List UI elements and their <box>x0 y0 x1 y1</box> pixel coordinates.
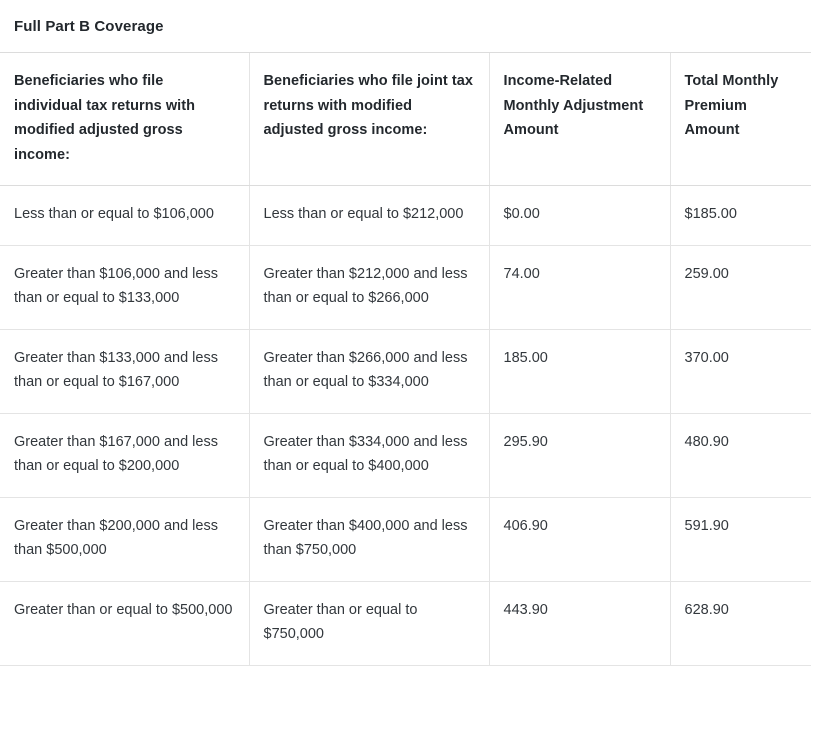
cell-joint-income: Greater than $212,000 and less than or e… <box>249 245 490 330</box>
cell-joint-income: Greater than $334,000 and less than or e… <box>249 413 490 498</box>
cell-individual-income: Greater than or equal to $500,000 <box>0 581 250 666</box>
cell-total-premium: 259.00 <box>670 245 812 330</box>
cell-individual-income: Greater than $200,000 and less than $500… <box>0 497 250 582</box>
page-container: Full Part B Coverage Beneficiaries who f… <box>0 0 816 730</box>
cell-total-premium: $185.00 <box>670 185 812 246</box>
table-row: Greater than $106,000 and less than or e… <box>0 245 812 330</box>
cell-irmaa: 295.90 <box>489 413 671 498</box>
table-row: Greater than $200,000 and less than $500… <box>0 497 812 582</box>
cell-irmaa: 74.00 <box>489 245 671 330</box>
table-row: Greater than or equal to $500,000 Greate… <box>0 581 812 666</box>
part-b-premium-table: Full Part B Coverage Beneficiaries who f… <box>0 0 812 666</box>
table-title: Full Part B Coverage <box>0 0 812 53</box>
cell-joint-income: Greater than $400,000 and less than $750… <box>249 497 490 582</box>
cell-joint-income: Greater than or equal to $750,000 <box>249 581 490 666</box>
table-body: Less than or equal to $106,000 Less than… <box>0 185 812 666</box>
cell-total-premium: 628.90 <box>670 581 812 666</box>
cell-irmaa: 443.90 <box>489 581 671 666</box>
cell-individual-income: Less than or equal to $106,000 <box>0 185 250 246</box>
cell-individual-income: Greater than $167,000 and less than or e… <box>0 413 250 498</box>
cell-irmaa: 185.00 <box>489 329 671 414</box>
column-header-individual-income: Beneficiaries who file individual tax re… <box>0 52 250 186</box>
cell-total-premium: 370.00 <box>670 329 812 414</box>
cell-joint-income: Less than or equal to $212,000 <box>249 185 490 246</box>
column-header-total-premium: Total Monthly Premium Amount <box>670 52 812 186</box>
cell-irmaa: 406.90 <box>489 497 671 582</box>
cell-total-premium: 591.90 <box>670 497 812 582</box>
table-row: Greater than $167,000 and less than or e… <box>0 413 812 498</box>
table-title-row: Full Part B Coverage <box>0 0 812 53</box>
column-header-irmaa: Income-Related Monthly Adjustment Amount <box>489 52 671 186</box>
cell-individual-income: Greater than $106,000 and less than or e… <box>0 245 250 330</box>
table-header-row: Beneficiaries who file individual tax re… <box>0 52 812 186</box>
cell-irmaa: $0.00 <box>489 185 671 246</box>
cell-total-premium: 480.90 <box>670 413 812 498</box>
cell-individual-income: Greater than $133,000 and less than or e… <box>0 329 250 414</box>
cell-joint-income: Greater than $266,000 and less than or e… <box>249 329 490 414</box>
table-row: Less than or equal to $106,000 Less than… <box>0 185 812 246</box>
column-header-joint-income: Beneficiaries who file joint tax returns… <box>249 52 490 186</box>
table-head: Full Part B Coverage Beneficiaries who f… <box>0 0 812 186</box>
table-row: Greater than $133,000 and less than or e… <box>0 329 812 414</box>
